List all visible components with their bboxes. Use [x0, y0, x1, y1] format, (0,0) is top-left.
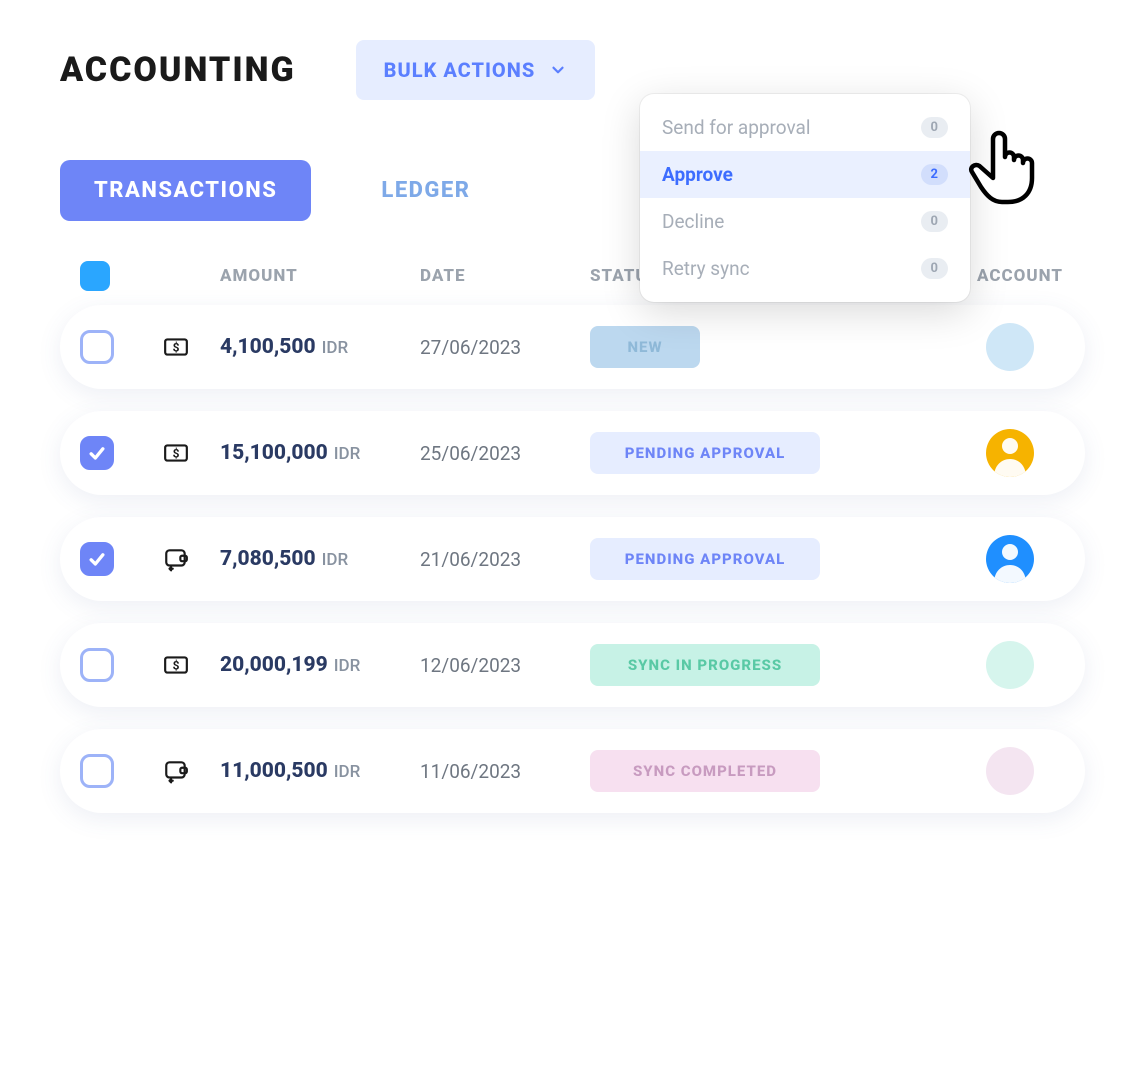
- menu-item-count: 0: [921, 117, 948, 138]
- person-icon: [986, 429, 1034, 477]
- amount-value: 11,000,500: [220, 759, 328, 783]
- account-avatar[interactable]: [986, 323, 1034, 371]
- account-avatar[interactable]: [986, 747, 1034, 795]
- status-badge: PENDING APPROVAL: [590, 538, 820, 580]
- menu-item-label: Approve: [662, 163, 733, 186]
- amount-value: 20,000,199: [220, 653, 328, 677]
- cash-icon: [160, 652, 220, 678]
- date-value: 11/06/2023: [420, 760, 590, 783]
- row-checkbox[interactable]: [80, 330, 114, 364]
- check-icon: [87, 549, 107, 569]
- table-row[interactable]: 7,080,500 IDR 21/06/2023PENDING APPROVAL: [60, 517, 1085, 601]
- row-checkbox[interactable]: [80, 436, 114, 470]
- menu-item-label: Decline: [662, 210, 724, 233]
- date-value: 27/06/2023: [420, 336, 590, 359]
- date-value: 21/06/2023: [420, 548, 590, 571]
- wallet-incoming-icon: [160, 758, 220, 784]
- account-avatar[interactable]: [986, 641, 1034, 689]
- amount-currency: IDR: [334, 762, 361, 782]
- bulk-actions-label: BULK ACTIONS: [384, 58, 536, 82]
- menu-item-decline[interactable]: Decline 0: [640, 198, 970, 245]
- cash-icon: [160, 334, 220, 360]
- chevron-down-icon: [549, 61, 567, 79]
- table-row[interactable]: 15,100,000 IDR 25/06/2023PENDING APPROVAL: [60, 411, 1085, 495]
- menu-item-count: 0: [921, 258, 948, 279]
- table-row[interactable]: 11,000,500 IDR 11/06/2023SYNC COMPLETED: [60, 729, 1085, 813]
- amount-currency: IDR: [334, 656, 361, 676]
- menu-item-label: Retry sync: [662, 257, 750, 280]
- date-value: 25/06/2023: [420, 442, 590, 465]
- cursor-hand-icon: [960, 118, 1056, 214]
- amount-value: 4,100,500: [220, 335, 316, 359]
- account-avatar[interactable]: [986, 535, 1034, 583]
- status-badge: SYNC IN PROGRESS: [590, 644, 820, 686]
- menu-item-send-for-approval[interactable]: Send for approval 0: [640, 104, 970, 151]
- amount-currency: IDR: [334, 444, 361, 464]
- amount-value: 7,080,500: [220, 547, 316, 571]
- row-checkbox[interactable]: [80, 648, 114, 682]
- tab-transactions[interactable]: TRANSACTIONS: [60, 160, 311, 221]
- amount-currency: IDR: [322, 338, 349, 358]
- date-value: 12/06/2023: [420, 654, 590, 677]
- person-icon: [986, 535, 1034, 583]
- column-header-account: ACCOUNT: [975, 266, 1065, 286]
- menu-item-count: 2: [921, 164, 948, 185]
- row-checkbox[interactable]: [80, 542, 114, 576]
- bulk-actions-button[interactable]: BULK ACTIONS: [356, 40, 596, 100]
- page-title: ACCOUNTING: [60, 50, 296, 90]
- menu-item-label: Send for approval: [662, 116, 811, 139]
- status-badge: PENDING APPROVAL: [590, 432, 820, 474]
- bulk-actions-menu: Send for approval 0 Approve 2 Decline 0 …: [640, 94, 970, 302]
- tab-ledger[interactable]: LEDGER: [347, 160, 504, 221]
- menu-item-retry-sync[interactable]: Retry sync 0: [640, 245, 970, 292]
- account-avatar[interactable]: [986, 429, 1034, 477]
- amount-currency: IDR: [322, 550, 349, 570]
- select-all-checkbox[interactable]: [80, 261, 110, 291]
- check-icon: [87, 443, 107, 463]
- table-row[interactable]: 4,100,500 IDR 27/06/2023NEW: [60, 305, 1085, 389]
- menu-item-count: 0: [921, 211, 948, 232]
- row-checkbox[interactable]: [80, 754, 114, 788]
- cash-icon: [160, 440, 220, 466]
- status-badge: SYNC COMPLETED: [590, 750, 820, 792]
- column-header-amount: AMOUNT: [220, 266, 420, 286]
- status-badge: NEW: [590, 326, 700, 368]
- table-row[interactable]: 20,000,199 IDR 12/06/2023SYNC IN PROGRESS: [60, 623, 1085, 707]
- wallet-incoming-icon: [160, 546, 220, 572]
- amount-value: 15,100,000: [220, 441, 328, 465]
- menu-item-approve[interactable]: Approve 2: [640, 151, 970, 198]
- column-header-date: DATE: [420, 266, 590, 286]
